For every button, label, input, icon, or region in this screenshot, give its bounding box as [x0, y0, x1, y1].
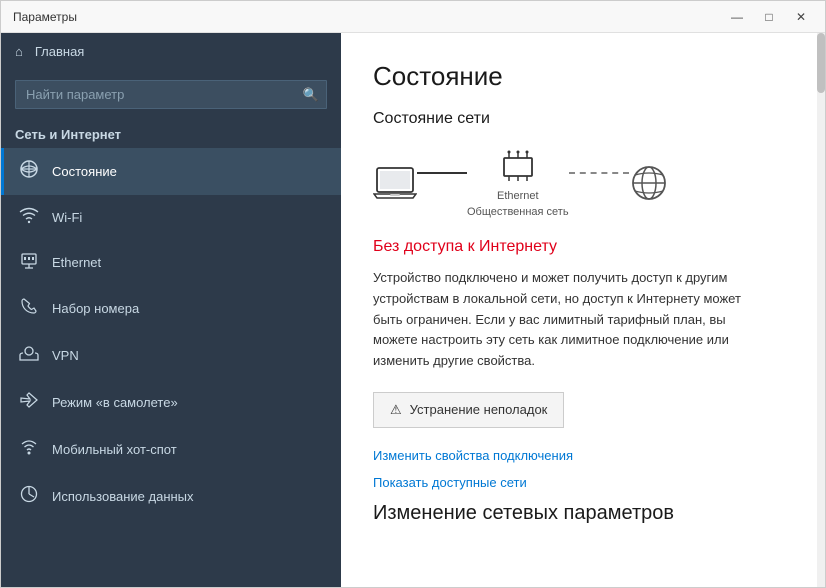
network-status-title: Состояние сети	[373, 110, 793, 128]
router-node: Ethernet Общественная сеть	[467, 148, 569, 218]
ethernet-diagram-label: Ethernet	[497, 190, 539, 202]
sidebar-item-label-hotspot: Мобильный хот-спот	[52, 442, 177, 457]
sidebar-item-label-ethernet: Ethernet	[52, 255, 101, 270]
sidebar-item-label-status: Состояние	[52, 164, 117, 179]
sidebar-item-hotspot[interactable]: Мобильный хот-спот	[1, 426, 341, 473]
vpn-icon	[18, 343, 40, 368]
window-title: Параметры	[13, 10, 77, 24]
wifi-icon	[18, 206, 40, 229]
sidebar-home-label: Главная	[35, 44, 84, 59]
home-icon: ⌂	[15, 44, 23, 59]
window-controls: — □ ✕	[725, 7, 813, 27]
section-change-title: Изменение сетевых параметров	[373, 502, 793, 525]
sidebar-item-vpn[interactable]: VPN	[1, 332, 341, 379]
sidebar-item-wifi[interactable]: Wi-Fi	[1, 195, 341, 240]
page-title: Состояние	[373, 61, 793, 92]
sidebar-item-label-airplane: Режим «в самолете»	[52, 395, 178, 410]
main-content: Состояние Состояние сети	[341, 33, 825, 587]
hotspot-icon	[18, 437, 40, 462]
sidebar-search-container: 🔍	[15, 80, 327, 109]
search-input[interactable]	[15, 80, 327, 109]
troubleshoot-label: Устранение неполадок	[410, 402, 548, 417]
link-show-networks[interactable]: Показать доступные сети	[373, 475, 793, 490]
minimize-button[interactable]: —	[725, 7, 749, 27]
search-icon: 🔍	[303, 87, 319, 103]
globe-icon	[629, 163, 669, 203]
sidebar-item-label-datausage: Использование данных	[52, 489, 194, 504]
scrollbar-thumb[interactable]	[817, 33, 825, 93]
sidebar-item-label-wifi: Wi-Fi	[52, 210, 82, 225]
globe-node	[629, 163, 669, 203]
settings-window: Параметры — □ ✕ ⌂ Главная 🔍 Сеть и Интер…	[0, 0, 826, 588]
status-icon	[18, 159, 40, 184]
ethernet-icon	[18, 251, 40, 274]
sidebar: ⌂ Главная 🔍 Сеть и Интернет	[1, 33, 341, 587]
network-type-label: Общественная сеть	[467, 206, 569, 218]
sidebar-section-label: Сеть и Интернет	[1, 119, 341, 148]
router-icon	[500, 148, 536, 186]
maximize-button[interactable]: □	[757, 7, 781, 27]
solid-line	[417, 172, 467, 174]
sidebar-item-label-dialup: Набор номера	[52, 301, 139, 316]
scrollbar-track[interactable]	[817, 33, 825, 587]
sidebar-item-ethernet[interactable]: Ethernet	[1, 240, 341, 285]
sidebar-item-airplane[interactable]: Режим «в самолете»	[1, 379, 341, 426]
airplane-icon	[18, 390, 40, 415]
sidebar-item-home[interactable]: ⌂ Главная	[1, 33, 341, 70]
close-button[interactable]: ✕	[789, 7, 813, 27]
sidebar-item-datausage[interactable]: Использование данных	[1, 473, 341, 520]
window-content: ⌂ Главная 🔍 Сеть и Интернет	[1, 33, 825, 587]
laptop-node	[373, 164, 417, 202]
laptop-icon	[373, 164, 417, 202]
link-change-properties[interactable]: Изменить свойства подключения	[373, 448, 793, 463]
warning-icon: ⚠	[390, 402, 402, 418]
network-diagram: Ethernet Общественная сеть	[373, 148, 793, 218]
no-internet-label: Без доступа к Интернету	[373, 238, 793, 256]
datausage-icon	[18, 484, 40, 509]
status-description: Устройство подключено и может получить д…	[373, 268, 773, 372]
sidebar-item-status[interactable]: Состояние	[1, 148, 341, 195]
dashed-line	[569, 172, 629, 174]
titlebar: Параметры — □ ✕	[1, 1, 825, 33]
sidebar-item-dialup[interactable]: Набор номера	[1, 285, 341, 332]
dialup-icon	[18, 296, 40, 321]
troubleshoot-button[interactable]: ⚠ Устранение неполадок	[373, 392, 564, 428]
sidebar-item-label-vpn: VPN	[52, 348, 79, 363]
